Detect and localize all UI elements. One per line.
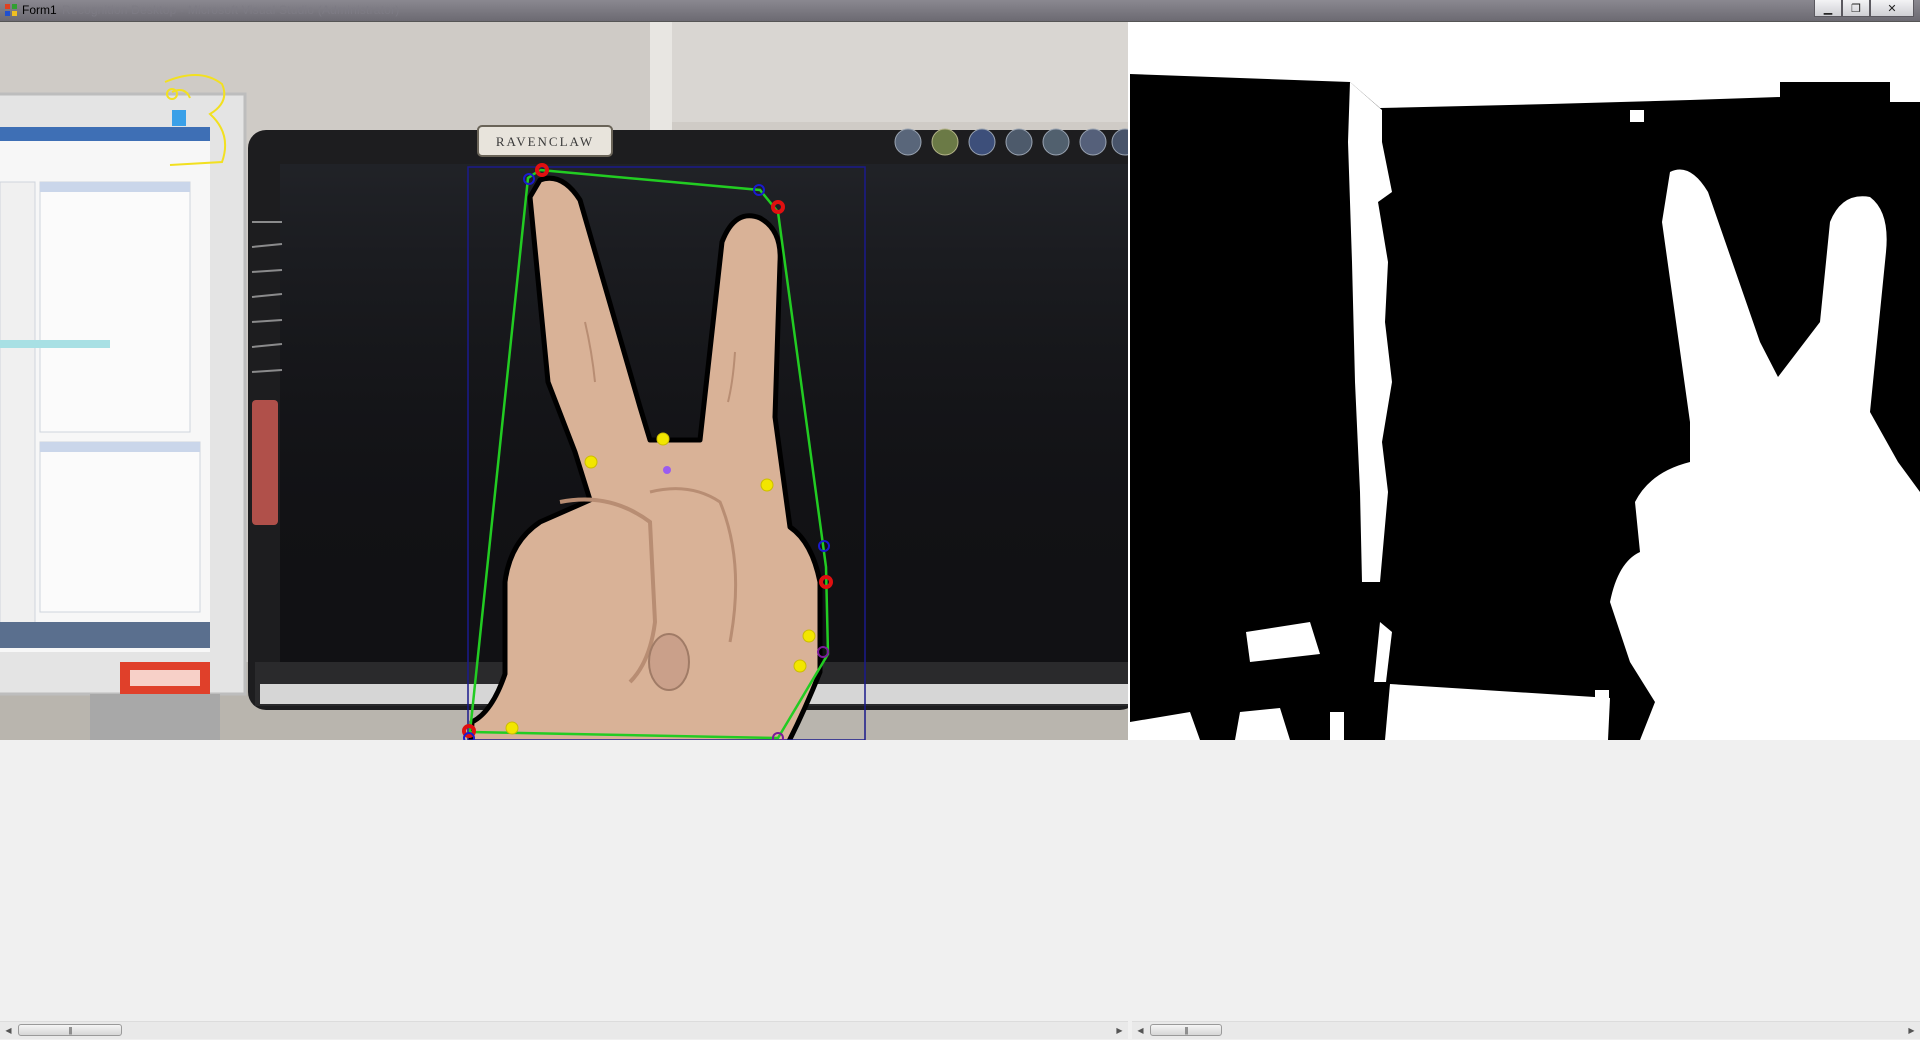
close-icon: ✕ — [1887, 2, 1897, 15]
thumb-grip-icon: ||| — [68, 1025, 72, 1035]
minimize-icon: ▁ — [1823, 2, 1833, 15]
mask-horizontal-scrollbar[interactable]: ◀ ||| ▶ — [1132, 1021, 1920, 1039]
scroll-thumb[interactable]: ||| — [18, 1024, 122, 1036]
scroll-right-arrow-icon: ▶ — [1908, 1026, 1915, 1035]
app-icon — [5, 4, 17, 16]
caption-buttons: ▁ ❐ ✕ — [1814, 0, 1914, 18]
thumb-grip-icon: ||| — [1184, 1025, 1188, 1035]
close-button[interactable]: ✕ — [1870, 0, 1914, 17]
ravenclaw-sticker-text: RAVENCLAW — [496, 134, 594, 149]
scroll-right-button[interactable]: ▶ — [1903, 1022, 1920, 1039]
title-bar[interactable]: Form1 Recognition Desktop - Microsoft Vi… — [0, 0, 1920, 22]
binary-mask-image — [1130, 22, 1920, 740]
scroll-right-arrow-icon: ▶ — [1116, 1026, 1123, 1035]
scroll-left-arrow-icon: ◀ — [5, 1026, 12, 1035]
maximize-icon: ❐ — [1851, 2, 1861, 15]
camera-picturebox: RAVENCLAW — [0, 22, 1128, 740]
scroll-thumb[interactable]: ||| — [1150, 1024, 1222, 1036]
maximize-button[interactable]: ❐ — [1842, 0, 1870, 17]
minimize-button[interactable]: ▁ — [1814, 0, 1842, 17]
scroll-left-arrow-icon: ◀ — [1137, 1026, 1144, 1035]
scroll-left-button[interactable]: ◀ — [1132, 1022, 1149, 1039]
camera-horizontal-scrollbar[interactable]: ◀ ||| ▶ — [0, 1021, 1128, 1039]
background-window-title: Recognition Desktop - Microsoft Visual S… — [62, 3, 400, 17]
palm-center-marker — [663, 466, 671, 474]
scroll-left-button[interactable]: ◀ — [0, 1022, 17, 1039]
camera-frame-image: RAVENCLAW — [0, 22, 1128, 740]
form1-window: Form1 Recognition Desktop - Microsoft Vi… — [0, 0, 1920, 1040]
scroll-right-button[interactable]: ▶ — [1111, 1022, 1128, 1039]
window-title: Form1 — [22, 3, 57, 17]
secondary-monitor — [0, 92, 247, 740]
mask-picturebox — [1130, 22, 1920, 740]
